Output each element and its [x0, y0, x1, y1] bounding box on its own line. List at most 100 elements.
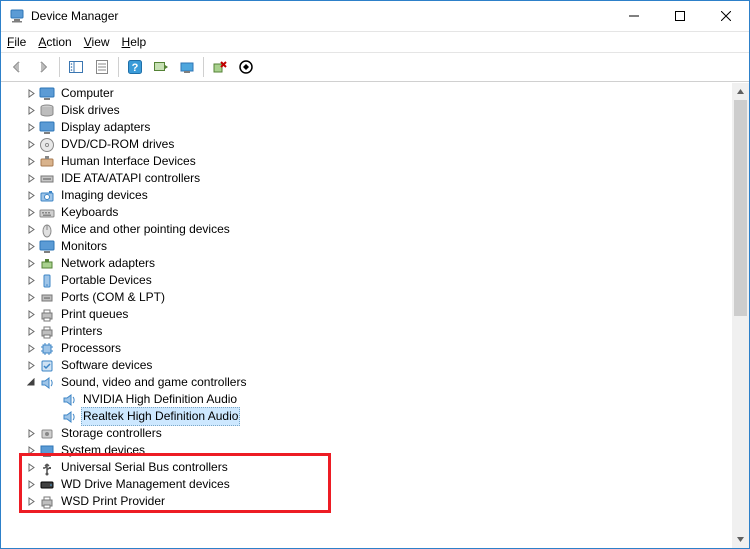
tree-item[interactable]: Keyboards	[1, 204, 732, 221]
svg-text:?: ?	[132, 62, 139, 74]
tree-item[interactable]: Processors	[1, 340, 732, 357]
tree-item-label: Keyboards	[59, 204, 120, 221]
usb-icon	[39, 460, 55, 476]
tree-item[interactable]: System devices	[1, 442, 732, 459]
printer-icon	[39, 494, 55, 510]
show-hide-tree-button[interactable]	[64, 55, 88, 79]
chevron-right-icon[interactable]	[23, 307, 39, 323]
chevron-right-icon[interactable]	[23, 205, 39, 221]
chevron-right-icon[interactable]	[23, 460, 39, 476]
help-button[interactable]: ?	[123, 55, 147, 79]
uninstall-button[interactable]	[208, 55, 232, 79]
mouse-icon	[39, 222, 55, 238]
menu-help[interactable]: Help	[122, 35, 147, 49]
chevron-right-icon[interactable]	[23, 358, 39, 374]
tree-item[interactable]: Storage controllers	[1, 425, 732, 442]
chevron-right-icon[interactable]	[23, 86, 39, 102]
back-button[interactable]	[5, 55, 29, 79]
tree-item[interactable]: Imaging devices	[1, 187, 732, 204]
tree-item[interactable]: WD Drive Management devices	[1, 476, 732, 493]
scroll-down-button[interactable]	[732, 531, 749, 548]
system-icon	[39, 443, 55, 459]
scroll-up-button[interactable]	[732, 83, 749, 100]
disk-icon	[39, 103, 55, 119]
tree-item[interactable]: Sound, video and game controllers	[1, 374, 732, 391]
tree-item[interactable]: Print queues	[1, 306, 732, 323]
wd-icon	[39, 477, 55, 493]
disable-button[interactable]	[234, 55, 258, 79]
tree-item-label: Mice and other pointing devices	[59, 221, 232, 238]
tree-item[interactable]: Computer	[1, 85, 732, 102]
chevron-right-icon[interactable]	[23, 477, 39, 493]
monitor-icon	[39, 86, 55, 102]
chevron-right-icon[interactable]	[23, 171, 39, 187]
minimize-button[interactable]	[611, 1, 657, 31]
properties-button[interactable]	[90, 55, 114, 79]
maximize-button[interactable]	[657, 1, 703, 31]
tree-item[interactable]: Printers	[1, 323, 732, 340]
chevron-right-icon[interactable]	[23, 494, 39, 510]
tree-item[interactable]: Ports (COM & LPT)	[1, 289, 732, 306]
tree-item[interactable]: Realtek High Definition Audio	[1, 408, 732, 425]
forward-button[interactable]	[31, 55, 55, 79]
tree-item[interactable]: Universal Serial Bus controllers	[1, 459, 732, 476]
tree-item[interactable]: Software devices	[1, 357, 732, 374]
chevron-right-icon[interactable]	[23, 222, 39, 238]
cd-icon	[39, 137, 55, 153]
printer-icon	[39, 324, 55, 340]
tree-item[interactable]: DVD/CD-ROM drives	[1, 136, 732, 153]
tree-item-label: Monitors	[59, 238, 109, 255]
chevron-right-icon[interactable]	[23, 273, 39, 289]
tree-item[interactable]: Disk drives	[1, 102, 732, 119]
chevron-right-icon[interactable]	[23, 256, 39, 272]
storage-icon	[39, 426, 55, 442]
scroll-thumb[interactable]	[734, 100, 747, 316]
tree-item[interactable]: NVIDIA High Definition Audio	[1, 391, 732, 408]
menu-file[interactable]: File	[7, 35, 26, 49]
scroll-track[interactable]	[732, 100, 749, 531]
camera-icon	[39, 188, 55, 204]
monitor-icon	[39, 239, 55, 255]
tree-item[interactable]: IDE ATA/ATAPI controllers	[1, 170, 732, 187]
chevron-right-icon[interactable]	[23, 188, 39, 204]
close-button[interactable]	[703, 1, 749, 31]
vertical-scrollbar[interactable]	[732, 83, 749, 548]
tree-item-label: IDE ATA/ATAPI controllers	[59, 170, 202, 187]
tree-item-label: Network adapters	[59, 255, 157, 272]
chevron-right-icon[interactable]	[23, 341, 39, 357]
tree-item-label: Software devices	[59, 357, 154, 374]
sound-icon	[61, 392, 77, 408]
chevron-right-icon[interactable]	[23, 443, 39, 459]
chevron-right-icon[interactable]	[23, 290, 39, 306]
tree-item-label: Portable Devices	[59, 272, 154, 289]
chevron-right-icon[interactable]	[23, 137, 39, 153]
chevron-right-icon[interactable]	[23, 120, 39, 136]
menu-view[interactable]: View	[84, 35, 110, 49]
chevron-right-icon[interactable]	[23, 324, 39, 340]
chevron-right-icon[interactable]	[23, 154, 39, 170]
tree-item[interactable]: Display adapters	[1, 119, 732, 136]
tree-item-label: Ports (COM & LPT)	[59, 289, 167, 306]
tree-item[interactable]: Monitors	[1, 238, 732, 255]
chevron-right-icon[interactable]	[23, 103, 39, 119]
chevron-right-icon[interactable]	[23, 239, 39, 255]
keyboard-icon	[39, 205, 55, 221]
chevron-down-icon[interactable]	[23, 375, 39, 391]
menu-action[interactable]: Action	[38, 35, 71, 49]
tree-item[interactable]: Network adapters	[1, 255, 732, 272]
window-title: Device Manager	[31, 9, 118, 23]
scan-button[interactable]	[175, 55, 199, 79]
tree-item-label: Print queues	[59, 306, 130, 323]
tree-item[interactable]: WSD Print Provider	[1, 493, 732, 510]
tree-item-label: Processors	[59, 340, 123, 357]
tree-item[interactable]: Human Interface Devices	[1, 153, 732, 170]
device-tree[interactable]: ComputerDisk drivesDisplay adaptersDVD/C…	[1, 83, 732, 548]
chevron-right-icon[interactable]	[23, 426, 39, 442]
sound-icon	[61, 409, 77, 425]
tree-item-label: Disk drives	[59, 102, 122, 119]
tree-item[interactable]: Mice and other pointing devices	[1, 221, 732, 238]
update-driver-button[interactable]	[149, 55, 173, 79]
tree-item[interactable]: Portable Devices	[1, 272, 732, 289]
tree-item-label: NVIDIA High Definition Audio	[81, 391, 239, 408]
hid-icon	[39, 154, 55, 170]
